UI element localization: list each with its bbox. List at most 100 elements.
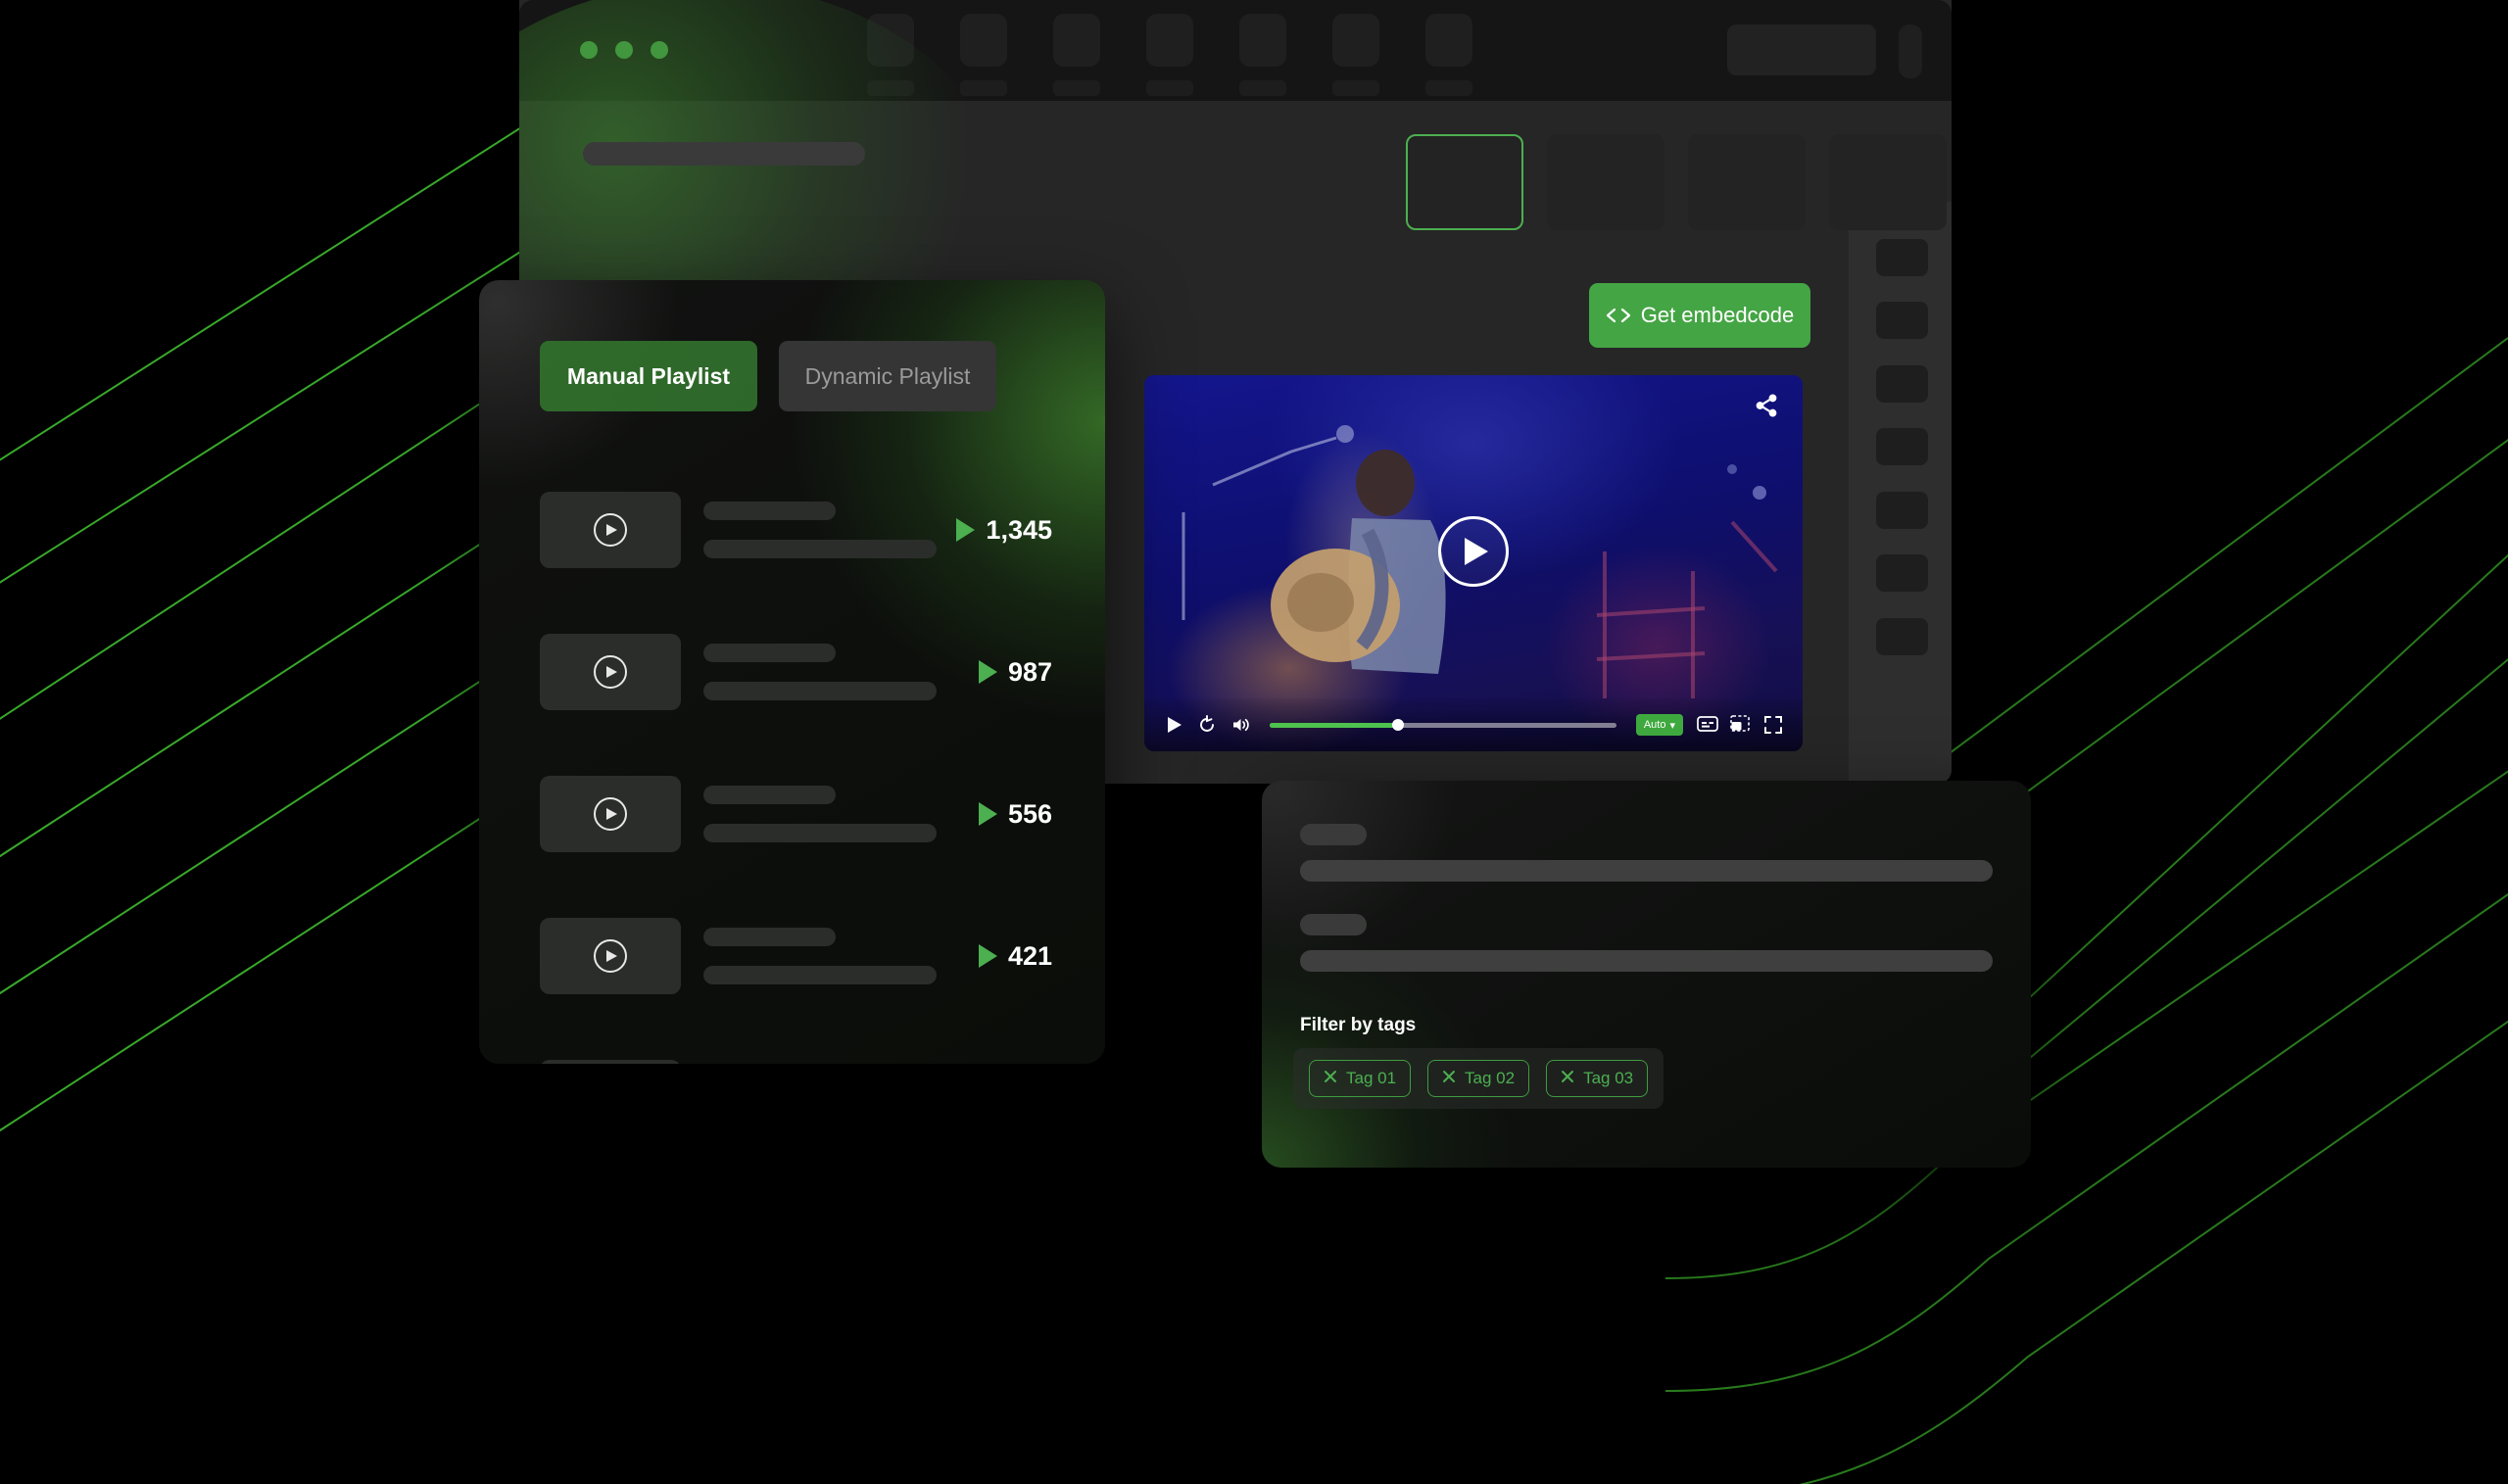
picture-in-picture-icon[interactable] <box>1730 715 1750 735</box>
captions-icon[interactable] <box>1697 715 1718 735</box>
chrome-tab-5[interactable] <box>1239 14 1290 96</box>
code-brackets-icon <box>1606 307 1631 324</box>
maximize-window-button[interactable] <box>651 41 668 59</box>
playlist-row[interactable]: 987 <box>540 610 1062 734</box>
chrome-tab-7[interactable] <box>1425 14 1476 96</box>
tag-chip-1[interactable]: Tag 01 <box>1309 1060 1412 1097</box>
play-circle-icon[interactable] <box>594 513 627 547</box>
tab-label-placeholder <box>960 80 1007 96</box>
playlist-row[interactable]: 556 <box>540 752 1062 876</box>
profile-menu-button[interactable] <box>1899 24 1922 78</box>
fullscreen-icon[interactable] <box>1763 715 1783 735</box>
tag-chip-label: Tag 02 <box>1465 1069 1516 1087</box>
chrome-tab-4[interactable] <box>1146 14 1197 96</box>
row-thumbnail[interactable] <box>540 776 681 852</box>
row-play-count: 987 <box>978 656 1052 688</box>
play-count-value: 987 <box>1007 656 1052 687</box>
rail-thumbnail[interactable] <box>1876 239 1928 276</box>
play-count-value: 421 <box>1007 940 1052 971</box>
rail-thumbnail[interactable] <box>1876 554 1928 592</box>
row-text-skeleton <box>703 644 979 700</box>
field-input-skeleton[interactable] <box>1300 950 1993 972</box>
get-embedcode-label: Get embedcode <box>1640 303 1795 327</box>
card-item-selected[interactable] <box>1406 134 1523 230</box>
rail-thumbnail[interactable] <box>1876 428 1928 465</box>
chrome-tab-3[interactable] <box>1053 14 1104 96</box>
thumbnail-rail <box>1849 202 1952 784</box>
rail-thumbnail[interactable] <box>1876 365 1928 403</box>
tag-chip-2[interactable]: Tag 02 <box>1427 1060 1530 1097</box>
field-label-skeleton <box>1300 824 1367 845</box>
card-item[interactable] <box>1829 134 1947 230</box>
tab-label-placeholder <box>867 80 914 96</box>
address-bar[interactable] <box>1727 24 1876 75</box>
tab-dynamic-playlist[interactable]: Dynamic Playlist <box>779 341 996 411</box>
row-subtitle-skeleton <box>703 824 937 842</box>
progress-handle[interactable] <box>1391 719 1404 731</box>
rail-thumbnail[interactable] <box>1876 302 1928 339</box>
form-field-one <box>1300 824 1993 882</box>
play-circle-icon[interactable] <box>594 797 627 831</box>
video-player[interactable]: Auto ▾ <box>1144 375 1803 751</box>
play-icon[interactable] <box>1164 715 1183 735</box>
tab-icon-placeholder <box>867 14 914 67</box>
rail-thumbnail[interactable] <box>1876 492 1928 529</box>
tab-label-placeholder <box>1425 80 1472 96</box>
chrome-tab-6[interactable] <box>1332 14 1383 96</box>
quality-label: Auto <box>1643 719 1666 731</box>
progress-fill <box>1270 722 1398 728</box>
row-thumbnail[interactable] <box>540 634 681 710</box>
play-triangle-icon <box>978 802 997 826</box>
card-strip <box>1406 134 1952 230</box>
card-item[interactable] <box>1688 134 1806 230</box>
close-icon[interactable] <box>1561 1069 1574 1088</box>
tab-icon-placeholder <box>1332 14 1379 67</box>
video-play-button[interactable] <box>1438 516 1509 588</box>
player-controls: Auto ▾ <box>1144 698 1803 751</box>
tag-chip-bar: Tag 01 Tag 02 Tag 03 <box>1293 1048 1664 1109</box>
rail-thumbnail[interactable] <box>1876 618 1928 655</box>
tab-label-placeholder <box>1239 80 1286 96</box>
tag-filter-panel <box>1262 781 2031 1168</box>
share-icon[interactable] <box>1754 393 1779 418</box>
play-count-value: 556 <box>1007 798 1052 829</box>
tab-label-placeholder <box>1146 80 1193 96</box>
row-thumbnail[interactable] <box>540 918 681 994</box>
playlist-row[interactable]: 421 <box>540 894 1062 1018</box>
row-text-skeleton <box>703 928 979 984</box>
quality-selector[interactable]: Auto ▾ <box>1635 714 1683 736</box>
browser-chrome <box>519 0 1952 101</box>
play-circle-icon[interactable] <box>594 655 627 689</box>
close-icon[interactable] <box>1442 1069 1456 1088</box>
row-title-skeleton <box>703 502 836 520</box>
play-circle-icon[interactable] <box>594 939 627 973</box>
playlist-row[interactable]: 1,345 <box>540 468 1062 592</box>
field-input-skeleton[interactable] <box>1300 860 1993 882</box>
window-traffic-lights[interactable] <box>580 41 668 59</box>
close-icon[interactable] <box>1324 1069 1337 1088</box>
chrome-toolbar-items <box>867 14 1476 96</box>
close-window-button[interactable] <box>580 41 598 59</box>
replay-icon[interactable] <box>1197 715 1217 735</box>
tag-chip-label: Tag 03 <box>1583 1069 1634 1087</box>
tab-icon-placeholder <box>1053 14 1100 67</box>
tab-manual-playlist[interactable]: Manual Playlist <box>540 341 757 411</box>
tag-chip-3[interactable]: Tag 03 <box>1546 1060 1649 1097</box>
tab-icon-placeholder <box>1239 14 1286 67</box>
form-field-two <box>1300 914 1993 972</box>
row-subtitle-skeleton <box>703 540 937 558</box>
volume-icon[interactable] <box>1230 715 1250 735</box>
row-thumbnail[interactable] <box>540 1060 681 1064</box>
row-text-skeleton <box>703 786 979 842</box>
row-thumbnail[interactable] <box>540 492 681 568</box>
card-item[interactable] <box>1547 134 1664 230</box>
chrome-tab-2[interactable] <box>960 14 1011 96</box>
playlist-row[interactable]: 210 <box>540 1036 1062 1064</box>
playlist-panel: Manual Playlist Dynamic Playlist 1,345 9… <box>479 280 1105 1064</box>
chrome-tab-1[interactable] <box>867 14 918 96</box>
get-embedcode-button[interactable]: Get embedcode <box>1589 283 1810 348</box>
search-field-skeleton[interactable] <box>583 142 865 166</box>
tab-icon-placeholder <box>1146 14 1193 67</box>
video-progress-bar[interactable] <box>1270 719 1616 731</box>
minimize-window-button[interactable] <box>615 41 633 59</box>
